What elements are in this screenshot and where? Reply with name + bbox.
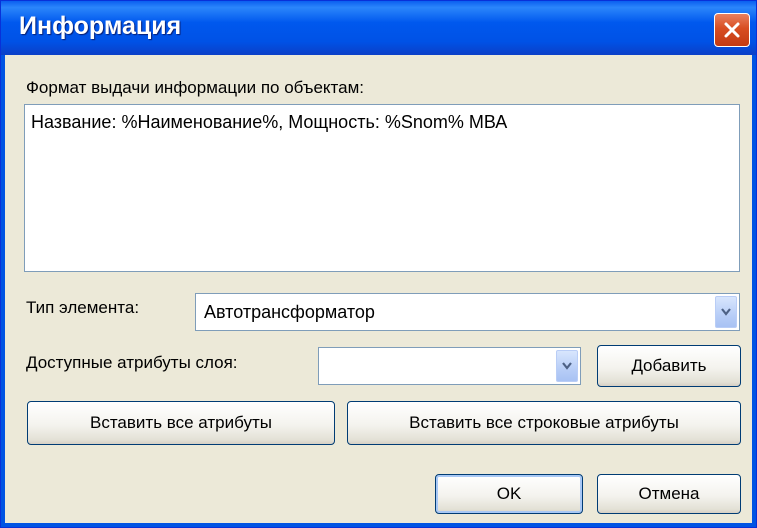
format-textarea[interactable]: Название: %Наименование%, Мощность: %Sno…: [24, 104, 740, 272]
information-dialog: Информация Формат выдачи информации по о…: [0, 0, 757, 528]
chevron-down-icon: [721, 308, 731, 316]
close-icon: [724, 22, 740, 38]
layer-attributes-dropdown-button[interactable]: [556, 350, 578, 382]
layer-attributes-label: Доступные атрибуты слоя:: [26, 353, 238, 372]
close-button[interactable]: [714, 13, 750, 47]
element-type-value: Автотрансформатор: [204, 302, 375, 322]
element-type-label: Тип элемента:: [26, 298, 140, 317]
ok-button[interactable]: OK: [435, 474, 583, 514]
title-bar[interactable]: Информация: [1, 1, 756, 55]
window-title: Информация: [19, 12, 182, 40]
element-type-dropdown-button[interactable]: [715, 296, 737, 328]
cancel-button[interactable]: Отмена: [597, 474, 741, 514]
add-button-label: обавить: [643, 356, 707, 375]
format-label: Формат выдачи информации по объектам:: [26, 78, 364, 97]
element-type-select[interactable]: Автотрансформатор: [195, 293, 740, 331]
insert-all-attributes-button[interactable]: Вставить все атрибуты: [27, 401, 335, 445]
insert-all-string-attributes-button[interactable]: Вставить все строковые атрибуты: [347, 401, 741, 445]
add-button[interactable]: Добавить: [597, 345, 741, 387]
layer-attributes-select[interactable]: [318, 347, 581, 385]
chevron-down-icon: [562, 362, 572, 370]
add-button-mnemonic: Д: [631, 356, 644, 375]
